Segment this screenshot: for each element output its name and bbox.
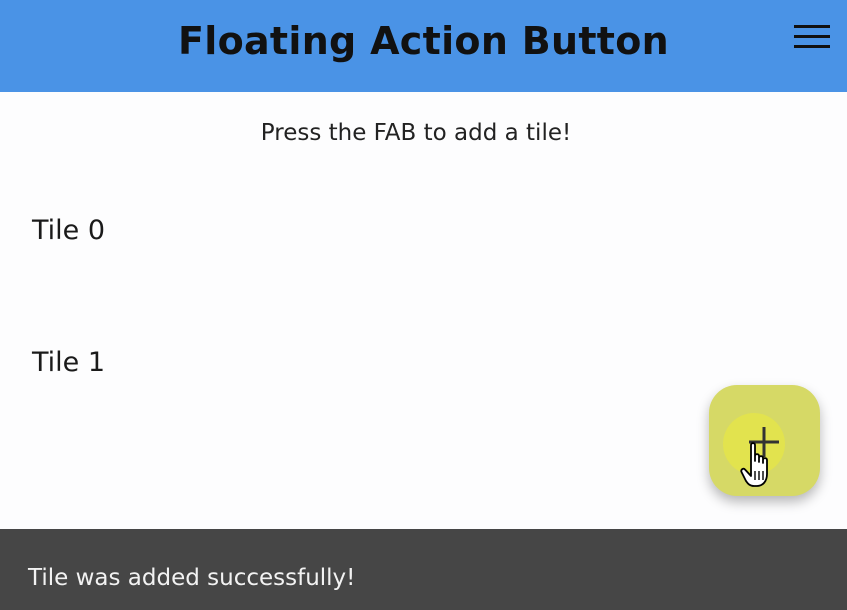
list-tile-0[interactable]: Tile 0	[0, 186, 847, 276]
instruction-text: Press the FAB to add a tile!	[260, 120, 572, 146]
tile-label: Tile 0	[32, 215, 106, 246]
snackbar-message: Tile was added successfully!	[28, 565, 356, 591]
hand-pointer-cursor-icon	[740, 442, 768, 487]
menu-icon[interactable]	[794, 25, 830, 51]
snackbar: Tile was added successfully!	[0, 529, 847, 610]
page-title: Floating Action Button	[177, 19, 670, 63]
app-bar: Floating Action Button	[0, 0, 847, 92]
tile-label: Tile 1	[32, 347, 106, 378]
app-window: Floating Action Button Press the FAB to …	[0, 0, 847, 610]
